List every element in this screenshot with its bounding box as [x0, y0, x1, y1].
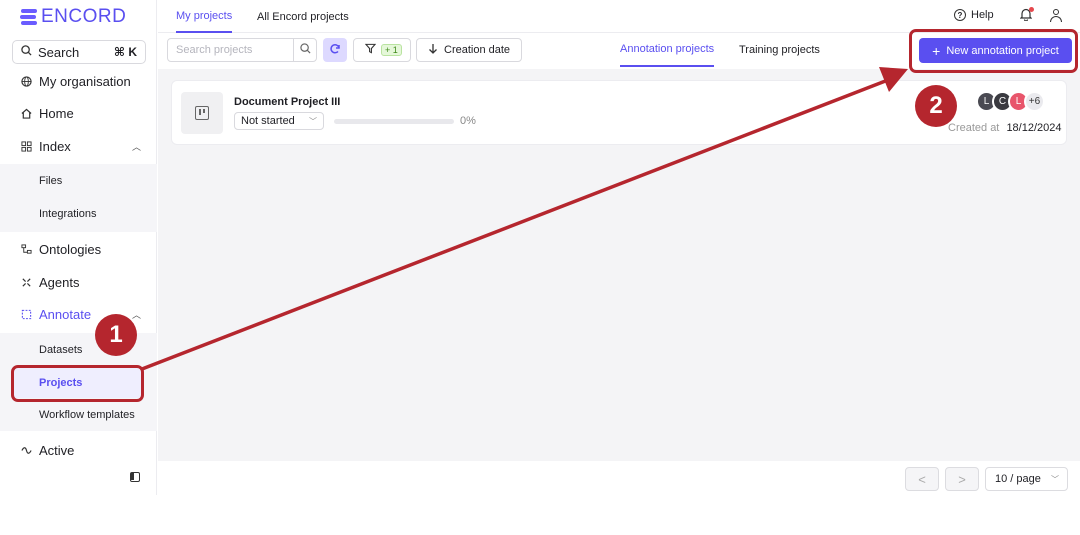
more-members-badge: +6: [1024, 91, 1045, 112]
tab-label: My projects: [176, 9, 233, 22]
sort-button[interactable]: Creation date: [416, 38, 522, 62]
collapse-sidebar-icon[interactable]: [130, 472, 140, 482]
tab-my-projects[interactable]: My projects: [176, 0, 233, 33]
progress-bar: [334, 119, 454, 124]
notification-dot: [1029, 7, 1034, 12]
encord-logo-icon: [20, 8, 37, 26]
search-placeholder: Search projects: [176, 44, 253, 56]
chevron-up-icon: ︿: [131, 309, 141, 320]
grid-icon: [20, 140, 33, 153]
sidebar-item-label: My organisation: [39, 73, 131, 89]
status-value: Not started: [241, 115, 295, 127]
tab-all-encord-projects[interactable]: All Encord projects: [257, 0, 349, 33]
home-icon: [20, 107, 33, 120]
search-icon: [299, 41, 311, 59]
help-label: Help: [971, 9, 994, 21]
project-title[interactable]: Document Project III: [234, 96, 340, 108]
sidebar-search[interactable]: Search ⌘ K: [12, 40, 146, 64]
chevron-right-icon: >: [958, 471, 966, 487]
sidebar-item-label: Active: [39, 442, 75, 458]
filter-button[interactable]: + 1: [353, 38, 411, 62]
filter-icon: [364, 43, 377, 57]
sidebar-item-label: Workflow templates: [39, 409, 135, 421]
index-submenu: Files Integrations: [0, 164, 157, 232]
created-at: Created at 18/12/2024: [948, 122, 1062, 134]
sidebar-item-workflow-templates[interactable]: Workflow templates: [0, 400, 157, 430]
sidebar-item-label: Annotate: [39, 306, 92, 322]
tab-training-projects[interactable]: Training projects: [739, 33, 820, 67]
user-icon[interactable]: [1049, 8, 1063, 22]
search-shortcut: ⌘ K: [113, 45, 137, 59]
app-root: ENCORD Search ⌘ K My organisation Home I…: [0, 0, 1080, 535]
step-2-badge: 2: [915, 85, 957, 127]
sidebar-item-label: Home: [39, 105, 74, 121]
next-page-button[interactable]: >: [945, 467, 979, 491]
sidebar-item-ontologies[interactable]: Ontologies: [0, 234, 157, 264]
sort-label: Creation date: [444, 44, 511, 56]
tab-annotation-projects[interactable]: Annotation projects: [620, 33, 715, 67]
tab-label: Training projects: [739, 44, 820, 56]
pagination: < > 10 / page ﹀: [158, 461, 1080, 495]
filter-count-badge: + 1: [381, 44, 402, 56]
sidebar-item-agents[interactable]: Agents: [0, 267, 157, 297]
help-icon: ?: [954, 9, 966, 21]
refresh-button[interactable]: [323, 38, 347, 62]
sidebar-item-label: Files: [39, 175, 63, 187]
sidebar-item-label: Index: [39, 138, 71, 154]
sidebar-item-home[interactable]: Home: [0, 98, 157, 128]
step-1-badge: 1: [95, 314, 137, 356]
search-label: Search: [38, 44, 80, 60]
sidebar-item-label: Agents: [39, 274, 80, 290]
annotate-icon: [20, 308, 33, 321]
highlight-new-project: [909, 29, 1078, 73]
chevron-down-icon: ﹀: [309, 116, 317, 126]
member-avatars[interactable]: L C L +6: [976, 91, 1045, 112]
chevron-left-icon: <: [918, 471, 926, 487]
per-page-select[interactable]: 10 / page ﹀: [985, 467, 1068, 491]
kanban-icon: [195, 106, 209, 120]
sidebar-item-active[interactable]: Active: [0, 435, 157, 465]
help-button[interactable]: ? Help: [954, 9, 994, 21]
per-page-value: 10 / page: [995, 473, 1041, 485]
progress-label: 0%: [460, 115, 476, 127]
sidebar-item-integrations[interactable]: Integrations: [0, 199, 157, 229]
logo-text: ENCORD: [41, 6, 127, 27]
agents-icon: [20, 276, 33, 289]
chevron-up-icon: ︿: [131, 141, 141, 152]
ontology-icon: [20, 243, 33, 256]
sidebar-item-label: Datasets: [39, 344, 83, 356]
encord-logo[interactable]: ENCORD: [20, 6, 126, 28]
tab-label: Annotation projects: [620, 43, 715, 55]
search-icon: [21, 45, 32, 59]
status-select[interactable]: Not started ﹀: [234, 112, 324, 130]
search-button[interactable]: [293, 38, 317, 62]
highlight-projects: [11, 365, 144, 402]
sidebar: ENCORD Search ⌘ K My organisation Home I…: [0, 0, 157, 495]
projects-list: Document Project III Not started ﹀ 0% L …: [158, 69, 1080, 461]
refresh-icon: [329, 43, 341, 58]
search-projects-input[interactable]: Search projects: [167, 38, 294, 62]
created-label: Created at: [948, 122, 1000, 134]
arrow-down-icon: [428, 43, 438, 57]
sidebar-item-label: Ontologies: [39, 241, 102, 257]
tab-label: All Encord projects: [257, 10, 349, 23]
sidebar-item-my-organisation[interactable]: My organisation: [0, 66, 157, 96]
active-icon: [20, 444, 33, 457]
prev-page-button[interactable]: <: [905, 467, 939, 491]
chevron-down-icon: ﹀: [1051, 474, 1059, 484]
sidebar-item-files[interactable]: Files: [0, 166, 157, 196]
globe-icon: [20, 75, 33, 88]
sidebar-item-index[interactable]: Index ︿: [0, 131, 157, 161]
sidebar-item-label: Integrations: [39, 208, 97, 220]
project-thumbnail: [181, 92, 223, 134]
created-date: 18/12/2024: [1006, 122, 1062, 134]
